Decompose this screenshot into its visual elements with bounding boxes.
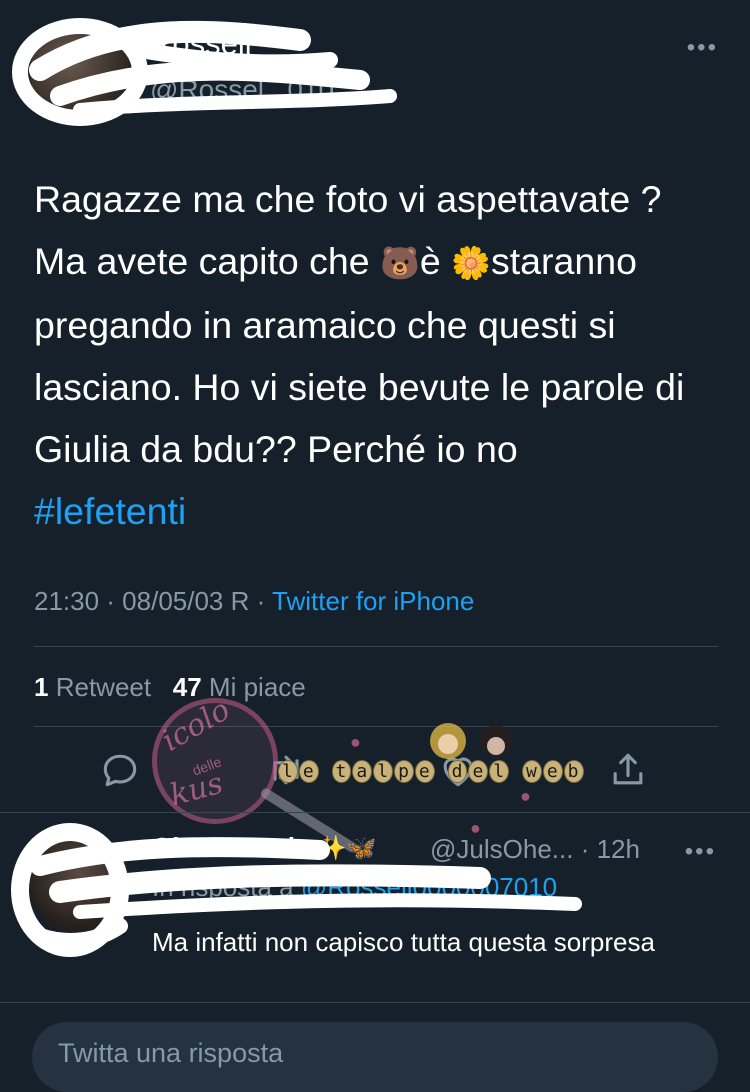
reply-text: Ma infatti non capisco tutta questa sorp… — [152, 927, 655, 957]
retweet-count[interactable]: 1 — [34, 672, 48, 702]
tweet-line: Ragazze ma che foto vi aspettavate ? — [34, 178, 662, 220]
hashtag-link[interactable]: #lefetenti — [34, 480, 734, 542]
divider — [0, 812, 750, 813]
tweet-line: Giulia da bdu?? Perché io no — [34, 428, 518, 470]
reply-author-handle[interactable]: @JulsOhe... · 12h — [430, 834, 640, 865]
divider — [0, 1002, 750, 1003]
like-count[interactable]: 47 — [173, 672, 202, 702]
reply-author-name[interactable]: OhoomaJuls ✨🦋 — [152, 832, 376, 863]
reply-composer-placeholder: Twitta una risposta — [58, 1038, 284, 1068]
reply-age: · 12h — [580, 834, 640, 864]
paw-icon: ● — [350, 732, 361, 752]
paw-icon: ● — [520, 786, 531, 806]
reply-to-handle-link[interactable]: @Rossell0000007010 — [301, 872, 557, 902]
reply-more-options-icon[interactable]: ••• — [685, 838, 716, 866]
tweet-line: lasciano. Ho vi siete bevute le parole d… — [34, 366, 685, 408]
tweet-time: 21:30 · 08/05/03 R · — [34, 586, 266, 616]
tweet-meta: 21:30 · 08/05/03 R · Twitter for iPhone — [34, 586, 474, 617]
tweet-line: pregando in aramaico che questi si — [34, 304, 616, 346]
reply-author-avatar[interactable] — [30, 834, 130, 934]
tweet-text: Ragazze ma che foto vi aspettavate ? Ma … — [34, 168, 734, 542]
retweet-label[interactable]: Retweet — [56, 672, 151, 702]
divider — [34, 646, 718, 647]
reply-icon[interactable] — [98, 748, 142, 792]
watermark-characters-icon — [430, 723, 512, 759]
share-icon[interactable] — [606, 748, 650, 792]
tweet-line: Ma avete capito che 🐻è 🌼staranno — [34, 240, 637, 282]
flower-emoji-icon: 🌼 — [451, 244, 492, 282]
author-handle[interactable]: @Rossel...010 — [150, 74, 334, 106]
tweet-stats: 1 Retweet 47 Mi piace — [34, 672, 306, 703]
divider — [34, 726, 718, 727]
author-avatar[interactable] — [30, 22, 130, 122]
author-display-name[interactable]: Rossell — [150, 26, 252, 62]
sparkle-butterfly-emoji-icon: ✨🦋 — [316, 834, 377, 862]
like-label[interactable]: Mi piace — [209, 672, 306, 702]
tweet-source-link[interactable]: Twitter for iPhone — [272, 586, 474, 616]
bear-emoji-icon: 🐻 — [380, 244, 420, 282]
reply-context: In risposta a @Rossell0000007010 — [152, 872, 558, 902]
more-options-icon[interactable]: ••• — [687, 34, 718, 62]
